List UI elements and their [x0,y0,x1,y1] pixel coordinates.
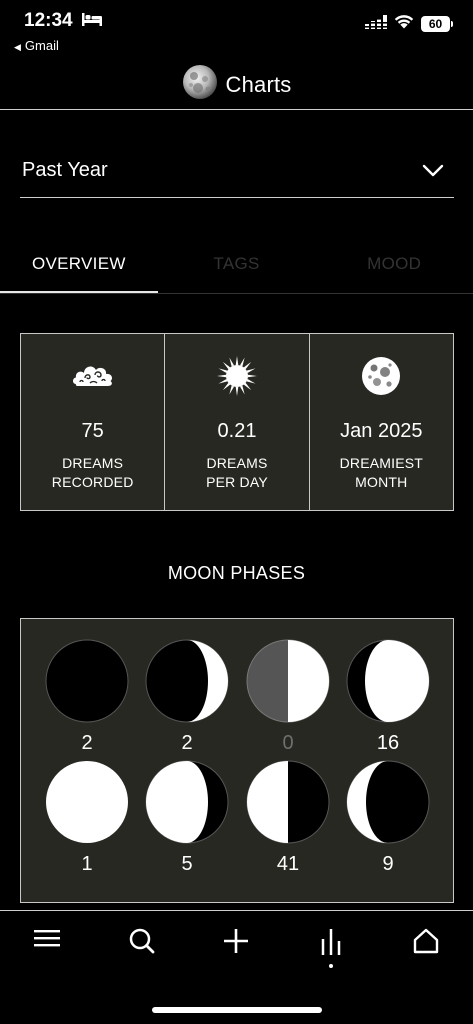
status-indicators: 60 [365,14,453,34]
new-moon-icon [45,639,129,723]
stat-value: 75 [81,420,104,442]
chevron-down-icon [422,164,444,176]
first-quarter-icon [246,639,330,723]
stat-label-line2: MONTH [355,474,408,490]
waning-gibbous-icon [145,760,229,844]
home-indicator[interactable] [152,1007,322,1013]
status-bar: 12:34 ◀ Gmail 60 [0,0,473,60]
moon-phases-title: MOON PHASES [167,563,306,583]
app-header: Charts [0,60,473,110]
waxing-gibbous-icon [346,639,430,723]
sun-icon [165,354,308,398]
phase-count: 2 [81,732,93,754]
cloud-icon [21,354,164,398]
wifi-icon [394,14,414,34]
phase-count: 9 [382,853,394,875]
back-app-label: Gmail [24,38,59,53]
tab-mood[interactable]: MOOD [315,236,473,293]
stat-label-line1: DREAMS [206,455,268,471]
stat-label-line2: PER DAY [206,474,268,490]
stat-label: DREAMS RECORDED [21,454,164,492]
back-arrow-icon: ◀ [14,42,21,52]
active-tab-indicator [329,964,333,968]
stat-label-line1: DREAMIEST [339,455,424,471]
phase-count: 5 [181,853,193,875]
waxing-crescent-icon [145,639,229,723]
phase-waning-crescent: 9 [345,759,431,875]
time-range-dropdown[interactable]: Past Year [20,148,454,198]
moon-icon [310,354,453,398]
stat-label-line1: DREAMS [62,455,124,471]
stat-dreams-recorded: 75 DREAMS RECORDED [21,334,166,510]
tab-bar: OVERVIEW TAGS MOOD [0,236,473,294]
phase-first-quarter: 0 [245,638,331,754]
phase-count: 1 [81,853,93,875]
app-moon-logo-icon [182,64,218,105]
home-icon [413,928,439,954]
cellular-signal-icon [365,14,387,34]
status-time: 12:34 [24,10,73,31]
phase-waning-gibbous: 5 [144,759,230,875]
stat-dreams-per-day: 0.21 DREAMS PER DAY [165,334,310,510]
phase-new-moon: 2 [44,638,130,754]
bed-icon [82,13,102,31]
menu-icon [34,930,60,947]
phase-waxing-crescent: 2 [144,638,230,754]
tab-overview[interactable]: OVERVIEW [0,236,158,293]
charts-icon [321,929,341,955]
search-icon [129,928,155,954]
stat-value: 0.21 [217,420,257,442]
battery-indicator: 60 [421,16,453,32]
bottom-nav [0,910,473,974]
phase-waxing-gibbous: 16 [345,638,431,754]
waning-crescent-icon [346,760,430,844]
menu-button[interactable] [29,927,65,961]
moon-phases-panel: 2 2 0 16 1 5 41 9 [20,618,454,903]
stat-dreamiest-month: Jan 2025 DREAMIEST MONTH [310,334,453,510]
phase-count: 2 [181,732,193,754]
home-button[interactable] [408,927,444,961]
phase-count: 0 [282,732,294,754]
last-quarter-icon [246,760,330,844]
stat-label: DREAMS PER DAY [165,454,308,492]
search-button[interactable] [124,927,160,961]
full-moon-icon [46,761,128,843]
back-to-app-link[interactable]: ◀ Gmail [14,38,59,53]
stat-label-line2: RECORDED [51,474,134,490]
add-dream-button[interactable] [218,927,254,961]
battery-level: 60 [421,16,450,32]
time-range-value: Past Year [22,159,108,181]
phase-full-moon: 1 [44,759,130,875]
page-title: Charts [225,71,292,97]
tab-tags[interactable]: TAGS [158,236,316,293]
phase-last-quarter: 41 [245,759,331,875]
charts-button[interactable] [313,927,349,961]
phase-count: 16 [376,732,400,754]
stat-value: Jan 2025 [340,420,423,442]
add-icon [224,929,248,953]
stats-panel: 75 DREAMS RECORDED 0.21 DREAMS PER DAY J… [20,333,454,511]
phase-count: 41 [276,853,300,875]
stat-label: DREAMIEST MONTH [310,454,453,492]
